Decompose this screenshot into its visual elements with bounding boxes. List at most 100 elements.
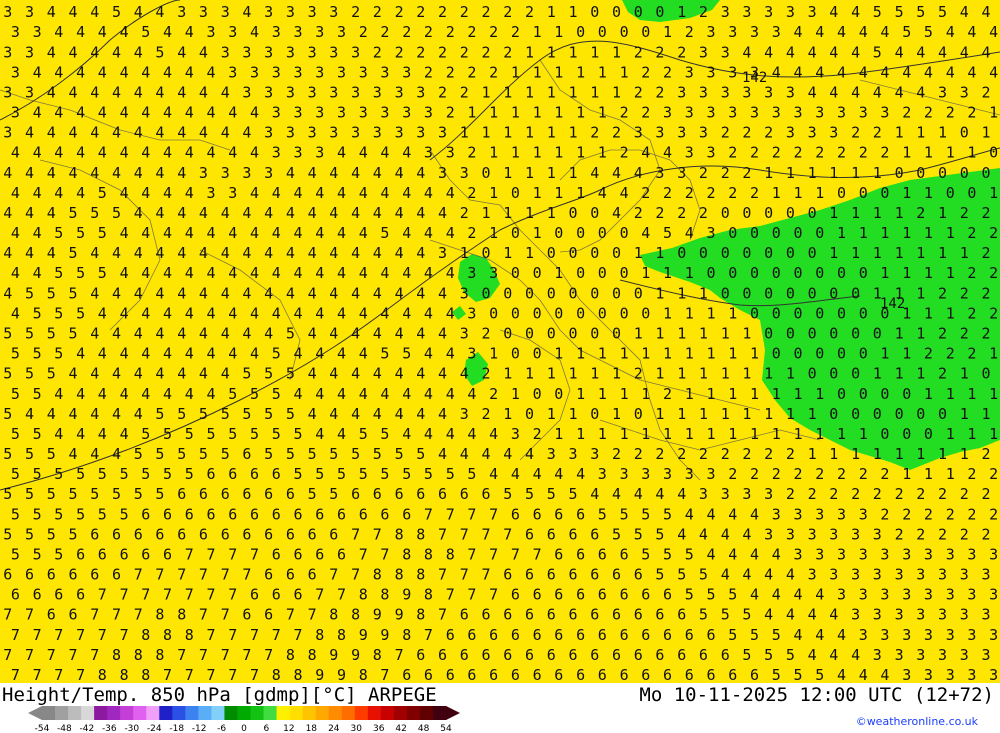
temperature-value: 5	[286, 445, 295, 463]
temperature-value: 4	[967, 23, 976, 41]
temperature-value: 4	[446, 264, 455, 282]
temperature-value: 4	[351, 325, 360, 343]
temperature-value: 4	[120, 184, 129, 202]
scale-swatch	[146, 706, 160, 720]
temperature-value: 3	[902, 546, 911, 564]
temperature-value: 1	[707, 425, 716, 443]
scale-tick-label: 30	[350, 724, 362, 733]
temperature-value: 4	[829, 43, 838, 61]
temperature-value: 3	[728, 104, 737, 122]
temperature-value: 4	[859, 23, 868, 41]
temperature-value: 4	[163, 144, 172, 162]
temperature-value: 3	[286, 3, 295, 21]
temperature-value: 2	[438, 43, 447, 61]
temperature-value: 5	[351, 445, 360, 463]
temperature-value: 1	[598, 345, 607, 363]
scale-tick-label: 42	[395, 724, 406, 733]
temperature-value: 2	[772, 465, 781, 483]
temperature-value: 3	[960, 566, 969, 584]
temperature-value: 2	[960, 325, 969, 343]
temperature-value: 6	[634, 606, 643, 624]
temperature-value: 1	[721, 325, 730, 343]
temperature-value: 3	[329, 3, 338, 21]
temperature-value: 1	[924, 304, 933, 322]
temperature-value: 1	[663, 23, 672, 41]
temperature-value: 4	[655, 485, 664, 503]
temperature-value: 4	[829, 3, 838, 21]
temperature-value: 4	[351, 164, 360, 182]
temperature-value: 1	[641, 345, 650, 363]
temperature-value: 1	[554, 104, 563, 122]
temperature-value: 4	[25, 124, 34, 142]
temperature-value: 4	[264, 284, 273, 302]
temperature-value: 5	[177, 445, 186, 463]
temperature-value: 1	[554, 264, 563, 282]
temperature-value: 7	[380, 546, 389, 564]
temperature-value: 4	[424, 184, 433, 202]
temperature-value: 4	[438, 204, 447, 222]
temperature-value: 1	[489, 224, 498, 242]
temperature-value: 0	[511, 224, 520, 242]
temperature-value: 1	[938, 124, 947, 142]
temperature-value: 3	[967, 626, 976, 644]
temperature-value: 6	[707, 666, 716, 683]
temperature-value: 3	[982, 646, 991, 664]
temperature-value: 6	[612, 606, 621, 624]
temperature-value: 6	[177, 485, 186, 503]
scale-swatch	[159, 706, 173, 720]
temperature-value: 3	[707, 144, 716, 162]
temperature-value: 0	[938, 405, 947, 423]
temperature-value: 3	[946, 626, 955, 644]
temperature-value: 8	[120, 666, 129, 683]
credit-link[interactable]: ©weatheronline.co.uk	[856, 715, 978, 728]
temperature-value: 7	[221, 566, 230, 584]
temperature-value: 3	[294, 63, 303, 81]
temperature-value: 3	[982, 606, 991, 624]
temperature-value: 1	[794, 184, 803, 202]
temperature-value: 4	[989, 23, 998, 41]
temperature-value: 6	[199, 485, 208, 503]
temperature-value: 1	[750, 425, 759, 443]
temperature-value: 2	[916, 485, 925, 503]
temperature-value: 0	[728, 224, 737, 242]
temperature-value: 3	[880, 626, 889, 644]
temperature-value: 1	[880, 264, 889, 282]
temperature-value: 1	[989, 385, 998, 403]
temperature-value: 4	[185, 385, 194, 403]
temperature-value: 1	[641, 385, 650, 403]
temperature-value: 2	[402, 23, 411, 41]
temperature-value: 6	[315, 505, 324, 523]
temperature-value: 2	[655, 43, 664, 61]
temperature-value: 1	[655, 284, 664, 302]
temperature-value: 1	[489, 345, 498, 363]
temperature-value: 2	[467, 224, 476, 242]
temperature-value: 2	[851, 485, 860, 503]
temperature-value: 0	[902, 425, 911, 443]
temperature-value: 5	[772, 626, 781, 644]
temperature-value: 4	[438, 445, 447, 463]
temperature-value: 8	[395, 566, 404, 584]
temperature-value: 4	[329, 204, 338, 222]
temperature-value: 4	[402, 144, 411, 162]
temperature-value: 7	[438, 525, 447, 543]
temperature-value: 4	[141, 104, 150, 122]
temperature-value: 4	[829, 646, 838, 664]
temperature-value: 4	[851, 3, 860, 21]
temperature-value: 3	[960, 606, 969, 624]
temperature-value: 4	[207, 104, 216, 122]
temperature-value: 4	[902, 63, 911, 81]
temperature-value: 4	[11, 184, 20, 202]
temperature-value: 1	[829, 244, 838, 262]
temperature-value: 1	[554, 184, 563, 202]
temperature-value: 8	[337, 626, 346, 644]
temperature-value: 5	[641, 546, 650, 564]
temperature-value: 0	[533, 304, 542, 322]
temperature-value: 7	[460, 566, 469, 584]
temperature-value: 4	[916, 83, 925, 101]
temperature-value: 5	[221, 405, 230, 423]
temperature-value: 3	[721, 43, 730, 61]
temperature-value: 4	[120, 345, 129, 363]
temperature-value: 1	[590, 83, 599, 101]
temperature-value: 7	[11, 626, 20, 644]
temperature-value: 4	[880, 23, 889, 41]
